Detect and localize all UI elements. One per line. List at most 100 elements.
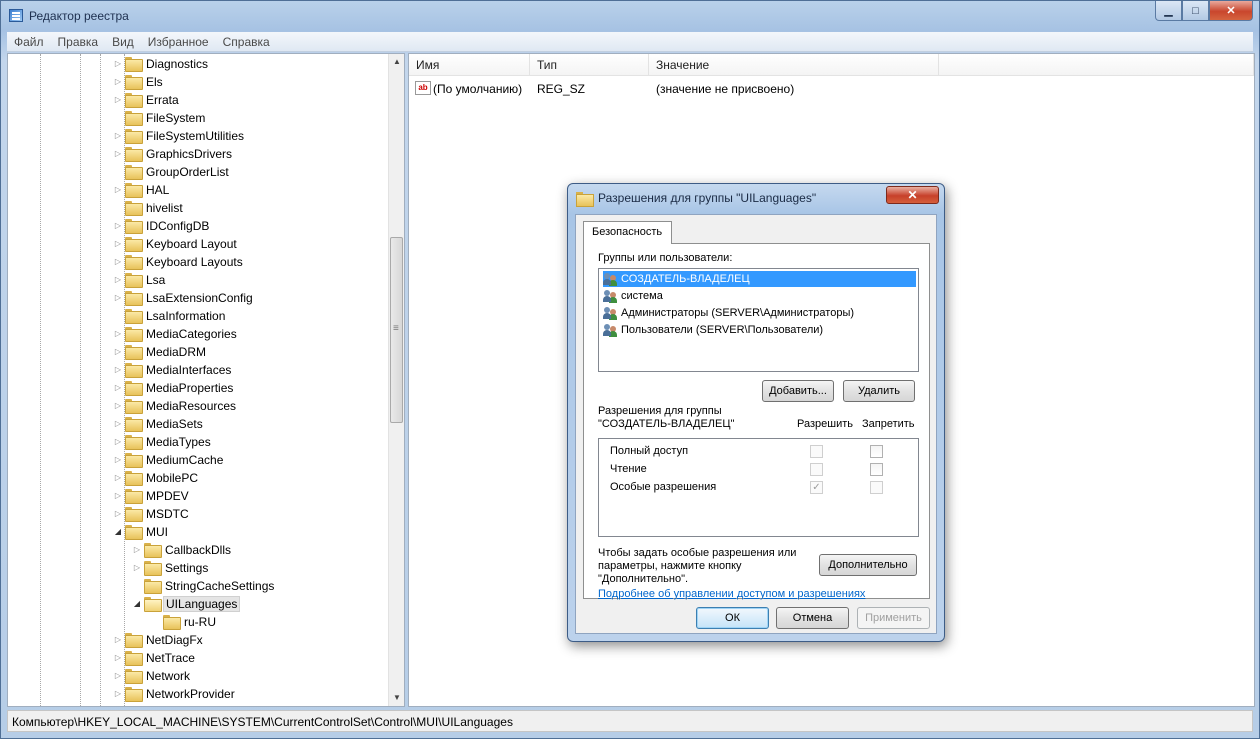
- tree-node[interactable]: ▷ LsaExtensionConfig: [112, 289, 255, 307]
- tree-node[interactable]: ▷ MPDEV: [112, 487, 191, 505]
- add-button[interactable]: Добавить...: [762, 380, 834, 402]
- tree-node[interactable]: ▷ MediaProperties: [112, 379, 235, 397]
- tree-node[interactable]: ▷ FileSystemUtilities: [112, 127, 246, 145]
- tree-node[interactable]: ▷ MediaSets: [112, 415, 205, 433]
- scroll-up-arrow-icon[interactable]: ▲: [389, 54, 404, 70]
- expand-arrow-icon[interactable]: ▷: [112, 235, 124, 253]
- ok-button[interactable]: ОК: [696, 607, 769, 629]
- deny-full-access-checkbox[interactable]: [870, 445, 883, 458]
- expand-arrow-icon[interactable]: ▷: [112, 325, 124, 343]
- maximize-button[interactable]: □: [1182, 1, 1209, 21]
- expand-arrow-icon[interactable]: ▷: [112, 433, 124, 451]
- expand-arrow-icon[interactable]: ▷: [112, 73, 124, 91]
- expand-arrow-icon[interactable]: ▷: [112, 289, 124, 307]
- expand-arrow-icon[interactable]: ▷: [112, 271, 124, 289]
- scroll-down-arrow-icon[interactable]: ▼: [389, 690, 404, 706]
- tree-node[interactable]: ▷ MobilePC: [112, 469, 200, 487]
- dialog-close-button[interactable]: ✕: [886, 186, 939, 204]
- tree-node[interactable]: ▷ Network: [112, 667, 192, 685]
- tree-node[interactable]: ◢ MUI: [112, 523, 170, 541]
- tree-node[interactable]: GroupOrderList: [112, 163, 231, 181]
- tree-node[interactable]: ▷ NetTrace: [112, 649, 197, 667]
- tree-node[interactable]: ▷ Keyboard Layout: [112, 235, 239, 253]
- title-bar[interactable]: Редактор реестра ▁ □ ✕: [1, 1, 1259, 31]
- expand-arrow-icon[interactable]: ▷: [112, 685, 124, 703]
- menu-view[interactable]: Вид: [105, 35, 141, 49]
- expand-arrow-icon[interactable]: ▷: [112, 469, 124, 487]
- tree-node[interactable]: ▷ Keyboard Layouts: [112, 253, 245, 271]
- expand-arrow-icon[interactable]: ▷: [112, 667, 124, 685]
- column-header-type[interactable]: Тип: [530, 54, 649, 76]
- tree-node[interactable]: ▷ MediaTypes: [112, 433, 213, 451]
- tree-node[interactable]: hivelist: [112, 199, 185, 217]
- expand-arrow-icon[interactable]: ▷: [112, 505, 124, 523]
- expand-arrow-icon[interactable]: ▷: [112, 253, 124, 271]
- tree-node[interactable]: FileSystem: [112, 109, 207, 127]
- cancel-button[interactable]: Отмена: [776, 607, 849, 629]
- expand-arrow-icon[interactable]: ◢: [131, 595, 143, 613]
- tree-node[interactable]: ▷ NetDiagFx: [112, 631, 205, 649]
- advanced-button[interactable]: Дополнительно: [819, 554, 917, 576]
- tree-node[interactable]: ▷ MediumCache: [112, 451, 225, 469]
- expand-arrow-icon[interactable]: ▷: [112, 217, 124, 235]
- tree-node[interactable]: ▷ MediaDRM: [112, 343, 208, 361]
- menu-help[interactable]: Справка: [216, 35, 277, 49]
- allow-full-access-checkbox[interactable]: [810, 445, 823, 458]
- expand-arrow-icon[interactable]: ▷: [112, 379, 124, 397]
- tree-node[interactable]: StringCacheSettings: [131, 577, 276, 595]
- user-item-system[interactable]: система: [603, 288, 663, 304]
- expand-arrow-icon[interactable]: ▷: [112, 649, 124, 667]
- expand-arrow-icon[interactable]: ▷: [112, 145, 124, 163]
- minimize-button[interactable]: ▁: [1155, 1, 1182, 21]
- expand-arrow-icon[interactable]: ▷: [112, 631, 124, 649]
- tree-node[interactable]: ru-RU: [150, 613, 218, 631]
- user-item-users[interactable]: Пользователи (SERVER\Пользователи): [603, 322, 823, 338]
- close-button[interactable]: ✕: [1209, 1, 1253, 21]
- deny-read-checkbox[interactable]: [870, 463, 883, 476]
- tree-node[interactable]: ▷ CallbackDlls: [131, 541, 233, 559]
- expand-arrow-icon[interactable]: ▷: [112, 55, 124, 73]
- registry-tree-pane[interactable]: ▷ Diagnostics ▷ Els ▷ Errata FileSystem ▷ FileSy…: [7, 53, 405, 707]
- expand-arrow-icon[interactable]: ▷: [112, 415, 124, 433]
- tree-node[interactable]: ▷ IDConfigDB: [112, 217, 211, 235]
- expand-arrow-icon[interactable]: ▷: [112, 397, 124, 415]
- tree-node[interactable]: ▷ MediaInterfaces: [112, 361, 233, 379]
- expand-arrow-icon[interactable]: ▷: [112, 343, 124, 361]
- tree-node[interactable]: ▷ Lsa: [112, 271, 167, 289]
- remove-button[interactable]: Удалить: [843, 380, 915, 402]
- tree-node[interactable]: ▷ Els: [112, 73, 165, 91]
- tab-security[interactable]: Безопасность: [583, 221, 672, 244]
- users-listbox[interactable]: СОЗДАТЕЛЬ-ВЛАДЕЛЕЦ система Администратор…: [598, 268, 919, 372]
- expand-arrow-icon[interactable]: ▷: [112, 91, 124, 109]
- menu-edit[interactable]: Правка: [51, 35, 106, 49]
- value-name-cell[interactable]: (По умолчанию): [433, 80, 522, 98]
- tree-node[interactable]: ▷ NetworkProvider: [112, 685, 237, 703]
- expand-arrow-icon[interactable]: ◢: [112, 523, 124, 541]
- tree-node[interactable]: ▷ MediaResources: [112, 397, 238, 415]
- column-header-value[interactable]: Значение: [649, 54, 939, 76]
- tree-node[interactable]: ▷ MediaCategories: [112, 325, 239, 343]
- user-item-creator-owner[interactable]: СОЗДАТЕЛЬ-ВЛАДЕЛЕЦ: [603, 271, 916, 287]
- tree-node[interactable]: ◢ UILanguages: [131, 595, 241, 613]
- expand-arrow-icon[interactable]: ▷: [112, 181, 124, 199]
- user-item-administrators[interactable]: Администраторы (SERVER\Администраторы): [603, 305, 854, 321]
- tree-node[interactable]: ▷ HAL: [112, 181, 171, 199]
- tree-node[interactable]: ▷ Diagnostics: [112, 55, 210, 73]
- expand-arrow-icon[interactable]: ▷: [112, 127, 124, 145]
- tree-node[interactable]: ▷ GraphicsDrivers: [112, 145, 234, 163]
- tree-node[interactable]: ▷ MSDTC: [112, 505, 191, 523]
- allow-read-checkbox[interactable]: [810, 463, 823, 476]
- expand-arrow-icon[interactable]: ▷: [112, 361, 124, 379]
- learn-more-link[interactable]: Подробнее об управлении доступом и разре…: [598, 588, 865, 600]
- tree-scrollbar[interactable]: ▲ ▼: [388, 54, 404, 706]
- tree-node[interactable]: ▷ Settings: [131, 559, 210, 577]
- tree-node[interactable]: LsaInformation: [112, 307, 227, 325]
- column-header-name[interactable]: Имя: [409, 54, 530, 76]
- tree-node[interactable]: ▷ Errata: [112, 91, 181, 109]
- expand-arrow-icon[interactable]: ▷: [131, 559, 143, 577]
- menu-file[interactable]: Файл: [7, 35, 51, 49]
- expand-arrow-icon[interactable]: ▷: [112, 451, 124, 469]
- menu-favorites[interactable]: Избранное: [141, 35, 216, 49]
- scroll-thumb[interactable]: [390, 237, 403, 423]
- expand-arrow-icon[interactable]: ▷: [131, 541, 143, 559]
